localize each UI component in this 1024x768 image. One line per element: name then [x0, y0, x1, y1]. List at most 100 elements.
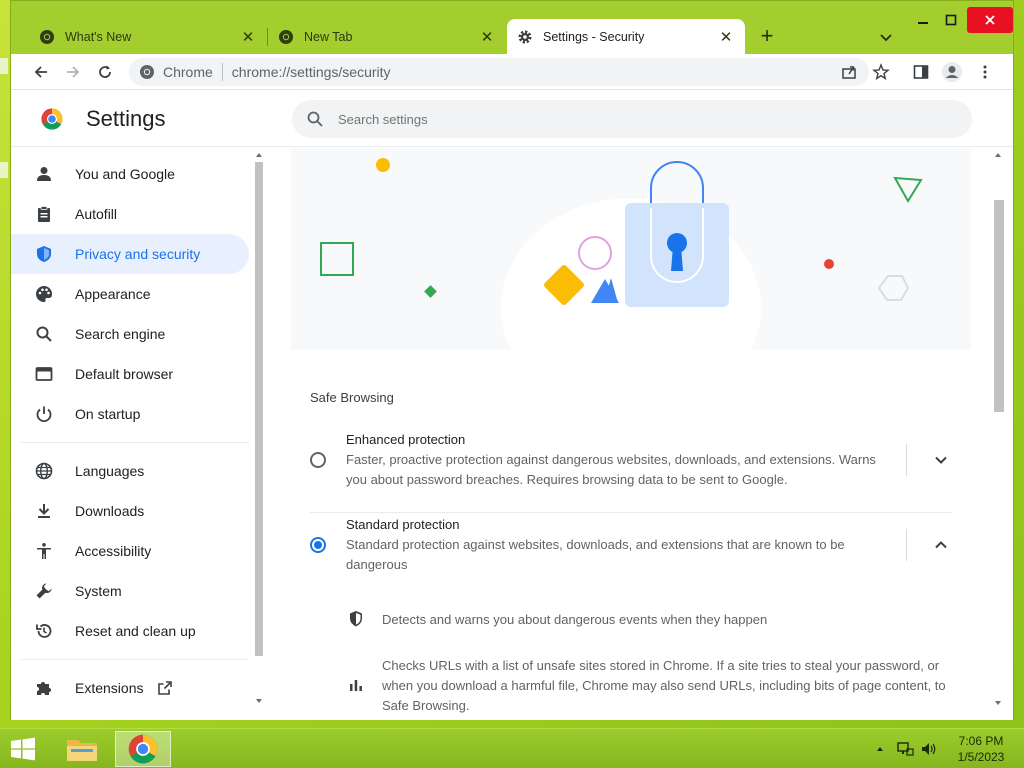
shield-icon [32, 242, 56, 266]
star-icon [872, 63, 890, 81]
option-description: Faster, proactive protection against dan… [346, 452, 876, 487]
sidebar-item-downloads[interactable]: Downloads [11, 491, 249, 531]
sidebar-item-extensions[interactable]: Extensions [11, 668, 249, 708]
scroll-down-arrow-icon[interactable] [991, 698, 1005, 708]
clipboard-icon [32, 202, 56, 226]
reset-icon [32, 619, 56, 643]
arrow-left-icon [34, 66, 47, 78]
sidebar-item-label: On startup [75, 406, 141, 422]
tab-search-button[interactable] [877, 28, 895, 46]
side-panel-button[interactable] [909, 60, 933, 84]
show-hidden-icons-icon[interactable] [874, 743, 886, 755]
close-window-button[interactable] [967, 7, 1013, 33]
site-chip: Chrome [163, 64, 213, 80]
taskbar-file-explorer[interactable] [54, 731, 110, 767]
settings-page: Settings You and Google Autofill Privacy… [11, 90, 1013, 720]
tab-new-tab[interactable]: New Tab ✕ [268, 19, 506, 54]
scrollbar-thumb[interactable] [994, 200, 1004, 412]
scrollbar-thumb[interactable] [255, 162, 263, 656]
tab-settings-security[interactable]: Settings - Security ✕ [507, 19, 745, 54]
url-text[interactable]: chrome://settings/security [232, 64, 391, 80]
maximize-button[interactable] [933, 7, 969, 33]
power-icon [32, 402, 56, 426]
browser-window-icon [32, 362, 56, 386]
sidebar-item-privacy-and-security[interactable]: Privacy and security [11, 234, 249, 274]
open-in-new-icon [158, 681, 173, 695]
sidebar-divider [21, 442, 249, 443]
sidebar-item-label: System [75, 583, 122, 599]
back-button[interactable] [29, 60, 53, 84]
sidebar-item-search-engine[interactable]: Search engine [11, 314, 249, 354]
system-clock[interactable]: 7:06 PM 1/5/2023 [948, 733, 1014, 765]
menu-button[interactable] [973, 60, 997, 84]
chevron-up-icon[interactable] [931, 535, 951, 555]
address-bar[interactable]: Chrome chrome://settings/security [129, 58, 869, 86]
forward-button[interactable] [61, 60, 85, 84]
share-button[interactable] [837, 60, 861, 84]
detail-text: Checks URLs with a list of unsafe sites … [382, 658, 946, 713]
sidebar-item-default-browser[interactable]: Default browser [11, 354, 249, 394]
close-tab-icon[interactable]: ✕ [717, 28, 735, 46]
kebab-menu-icon [983, 65, 987, 79]
sidebar-item-label: Accessibility [75, 543, 152, 559]
scroll-up-arrow-icon[interactable] [991, 150, 1005, 160]
close-tab-icon[interactable]: ✕ [478, 28, 496, 46]
chrome-icon [140, 65, 154, 79]
chrome-icon [278, 29, 294, 45]
sidebar-item-autofill[interactable]: Autofill [11, 194, 249, 234]
sidebar-scrollbar[interactable] [252, 148, 266, 720]
wrench-icon [32, 579, 56, 603]
option-separator [310, 512, 952, 513]
sidebar-item-system[interactable]: System [11, 571, 249, 611]
standard-protection-radio[interactable] [310, 537, 326, 553]
share-icon [842, 66, 856, 79]
sidebar-item-accessibility[interactable]: Accessibility [11, 531, 249, 571]
option-description: Standard protection against websites, do… [346, 537, 845, 572]
side-panel-icon [913, 65, 929, 79]
new-tab-button[interactable]: + [755, 25, 779, 49]
accessibility-icon [32, 539, 56, 563]
sidebar-item-label: Search engine [75, 326, 166, 342]
sidebar-item-appearance[interactable]: Appearance [11, 274, 249, 314]
sidebar-item-you-and-google[interactable]: You and Google [11, 154, 249, 194]
option-divider [906, 529, 907, 561]
sidebar-item-label: Autofill [75, 206, 118, 222]
system-tray [874, 729, 938, 768]
tab-title: Settings - Security [543, 29, 645, 44]
chevron-down-icon[interactable] [931, 450, 951, 470]
network-icon[interactable] [896, 741, 914, 757]
sidebar-item-on-startup[interactable]: On startup [11, 394, 249, 434]
enhanced-protection-option[interactable]: Enhanced protection Faster, proactive pr… [291, 430, 971, 510]
sidebar-item-label: Downloads [75, 503, 145, 519]
option-label: Standard protection [346, 517, 460, 532]
search-settings[interactable] [292, 100, 972, 138]
chrome-icon [39, 29, 55, 45]
desktop-icon-label-stub [0, 162, 8, 178]
enhanced-protection-radio[interactable] [310, 452, 326, 468]
globe-icon [32, 459, 56, 483]
clock-time: 7:06 PM [958, 734, 1004, 748]
tab-whats-new[interactable]: What's New ✕ [29, 19, 267, 54]
detail-text: Detects and warns you about dangerous ev… [382, 612, 768, 627]
bookmark-button[interactable] [869, 60, 893, 84]
chrome-logo [41, 108, 63, 130]
sidebar-divider [21, 659, 249, 660]
sidebar-item-reset-and-clean-up[interactable]: Reset and clean up [11, 611, 249, 651]
shield-icon [350, 611, 362, 627]
security-page-content: Safe Browsing Enhanced protection Faster… [291, 148, 971, 720]
profile-button[interactable] [940, 60, 964, 84]
sidebar-item-languages[interactable]: Languages [11, 451, 249, 491]
close-tab-icon[interactable]: ✕ [239, 28, 257, 46]
sidebar-item-label: Languages [75, 463, 145, 479]
volume-icon[interactable] [920, 741, 938, 757]
windows-start-icon[interactable] [10, 737, 36, 761]
taskbar-chrome[interactable] [115, 731, 171, 767]
security-illustration [291, 148, 971, 350]
scroll-up-arrow-icon[interactable] [252, 150, 266, 160]
reload-button[interactable] [93, 60, 117, 84]
scroll-down-arrow-icon[interactable] [252, 696, 266, 706]
standard-protection-option[interactable]: Standard protection Standard protection … [291, 515, 971, 595]
main-scrollbar[interactable] [991, 148, 1005, 720]
sidebar-item-label: Reset and clean up [75, 623, 196, 639]
search-input[interactable] [338, 111, 838, 127]
